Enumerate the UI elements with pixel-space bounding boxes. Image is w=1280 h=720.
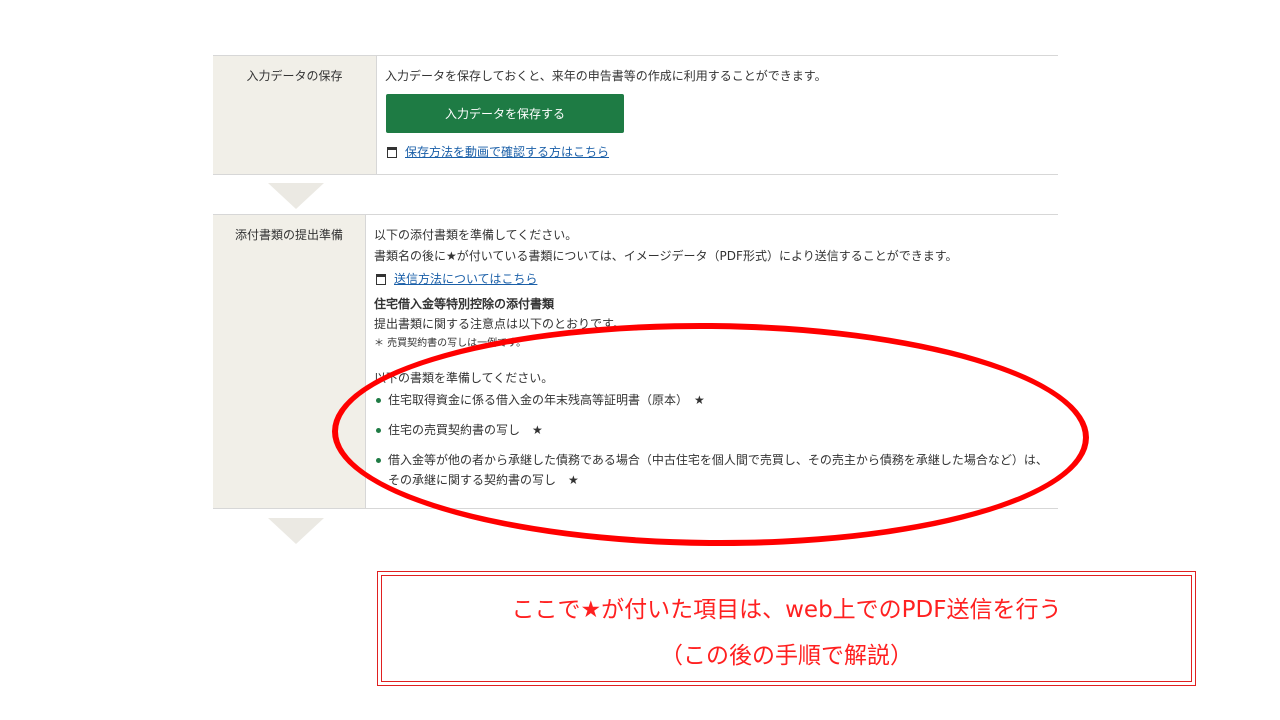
annotation-callout: ここで★が付いた項目は、web上でのPDF送信を行う （この後の手順で解説） (377, 571, 1196, 686)
step-arrow-down-icon (268, 183, 324, 209)
section-heading: 住宅借入金等特別控除の添付書類 (374, 297, 555, 311)
attach-intro: 以下の添付書類を準備してください。 (374, 228, 578, 242)
star-note: 書類名の後に★が付いている書類については、イメージデータ（PDF形式）により送信… (374, 249, 958, 263)
video-link-row: 保存方法を動画で確認する方はこちら (385, 143, 1058, 161)
save-data-step: 入力データの保存 入力データを保存しておくと、来年の申告書等の作成に利用すること… (213, 55, 1058, 175)
step-arrow-down-icon (268, 518, 324, 544)
new-window-icon (387, 146, 397, 158)
callout-line-2: （この後の手順で解説） (660, 643, 913, 669)
new-window-icon (376, 273, 386, 285)
save-data-button[interactable]: 入力データを保存する (386, 94, 624, 133)
step-label-save: 入力データの保存 (213, 56, 377, 174)
save-step-body: 入力データを保存しておくと、来年の申告書等の作成に利用することができます。 入力… (377, 56, 1058, 174)
send-method-link[interactable]: 送信方法についてはこちら (394, 270, 537, 288)
callout-line-1: ここで★が付いた項目は、web上でのPDF送信を行う (511, 597, 1062, 623)
save-video-link[interactable]: 保存方法を動画で確認する方はこちら (405, 143, 609, 161)
send-link-row: 送信方法についてはこちら (374, 270, 1058, 288)
step-label-attach: 添付書類の提出準備 (213, 215, 366, 508)
save-description: 入力データを保存しておくと、来年の申告書等の作成に利用することができます。 (385, 69, 827, 83)
